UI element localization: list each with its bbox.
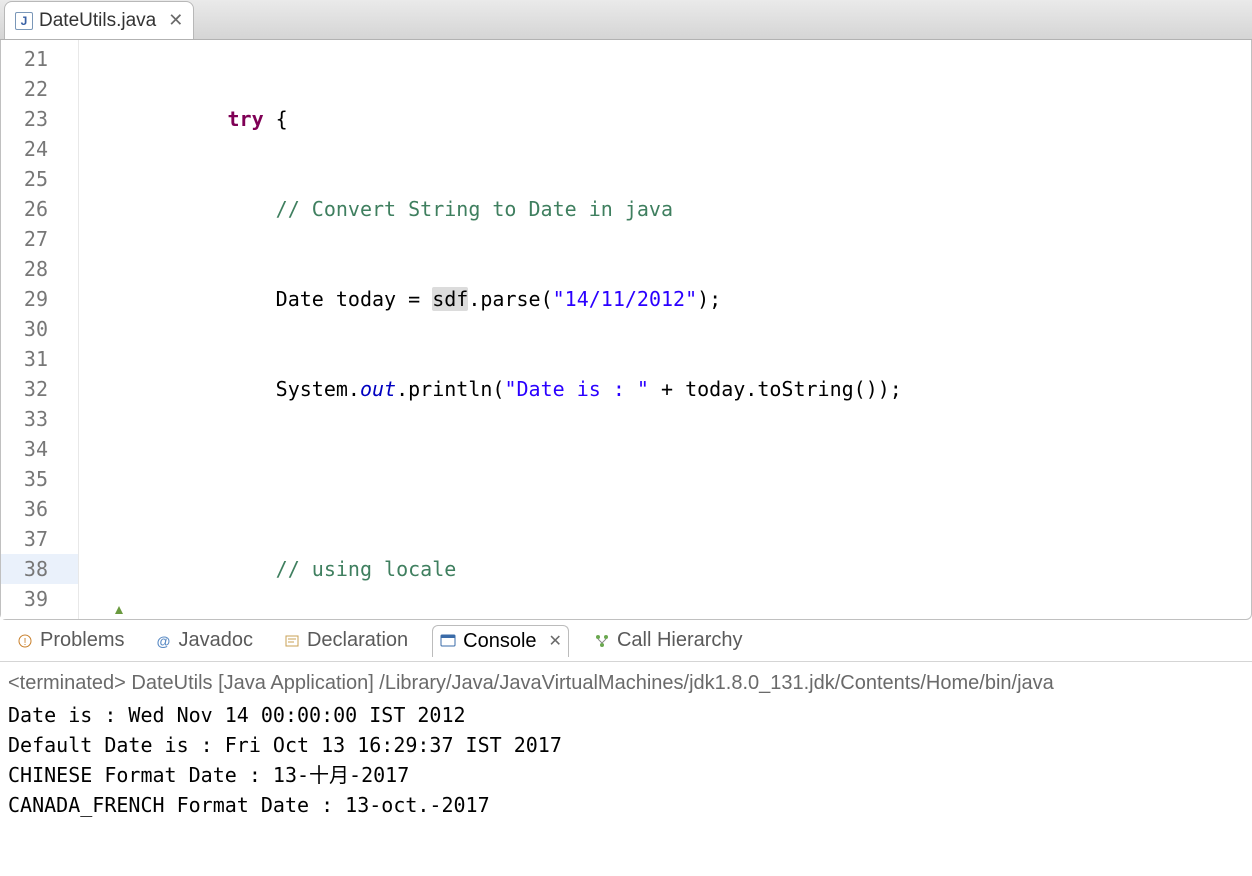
line-number-gutter: 21 22 23 24 25 26 27 28 29 30 31 32 33 3… <box>1 40 79 619</box>
tab-call-hierarchy[interactable]: Call Hierarchy <box>587 625 749 656</box>
line-number: 33 <box>1 404 78 434</box>
hierarchy-icon <box>593 632 611 650</box>
line-number: 38 <box>1 554 78 584</box>
console-line: CANADA_FRENCH Format Date : 13-oct.-2017 <box>8 790 1244 820</box>
line-number: 35 <box>1 464 78 494</box>
tab-label: Problems <box>40 629 124 652</box>
code-content[interactable]: try { // Convert String to Date in java … <box>79 40 1251 619</box>
at-icon: @ <box>154 632 172 650</box>
console-line: Date is : Wed Nov 14 00:00:00 IST 2012 <box>8 700 1244 730</box>
code-editor[interactable]: 21 22 23 24 25 26 27 28 29 30 31 32 33 3… <box>0 40 1252 620</box>
line-number: 24 <box>1 134 78 164</box>
tab-problems[interactable]: ! Problems <box>10 625 130 656</box>
java-file-icon: J <box>15 12 33 30</box>
tab-label: Console <box>463 630 536 653</box>
console-output[interactable]: <terminated> DateUtils [Java Application… <box>0 662 1252 826</box>
override-marker-icon <box>113 605 125 617</box>
tab-label: Call Hierarchy <box>617 629 743 652</box>
line-number: 21 <box>1 44 78 74</box>
close-icon[interactable]: ✕ <box>549 631 562 651</box>
line-number: 22 <box>1 74 78 104</box>
close-icon[interactable]: ✕ <box>168 10 183 31</box>
line-number: 25 <box>1 164 78 194</box>
tab-label: Declaration <box>307 629 408 652</box>
line-number: 26 <box>1 194 78 224</box>
tab-console[interactable]: Console ✕ <box>432 625 569 657</box>
line-number: 28 <box>1 254 78 284</box>
warning-icon: ! <box>16 632 34 650</box>
line-number: 34 <box>1 434 78 464</box>
declaration-icon <box>283 632 301 650</box>
svg-text:!: ! <box>24 637 27 648</box>
editor-tab-filename: DateUtils.java <box>39 10 156 32</box>
bottom-view-tabs: ! Problems @ Javadoc Declaration Console… <box>0 620 1252 662</box>
line-number: 31 <box>1 344 78 374</box>
console-line: Default Date is : Fri Oct 13 16:29:37 IS… <box>8 730 1244 760</box>
line-number: 30 <box>1 314 78 344</box>
tab-declaration[interactable]: Declaration <box>277 625 414 656</box>
editor-tab-bar: J DateUtils.java ✕ <box>0 0 1252 40</box>
line-number: 36 <box>1 494 78 524</box>
tab-javadoc[interactable]: @ Javadoc <box>148 625 259 656</box>
line-number: 37 <box>1 524 78 554</box>
editor-tab-dateutils[interactable]: J DateUtils.java ✕ <box>4 1 194 39</box>
line-number: 32 <box>1 374 78 404</box>
line-number: 27 <box>1 224 78 254</box>
console-process-title: <terminated> DateUtils [Java Application… <box>8 668 1244 698</box>
console-icon <box>439 632 457 650</box>
line-number: 23 <box>1 104 78 134</box>
line-number: 39 <box>1 584 78 614</box>
console-line: CHINESE Format Date : 13-十月-2017 <box>8 760 1244 790</box>
line-number: 29 <box>1 284 78 314</box>
tab-label: Javadoc <box>178 629 253 652</box>
